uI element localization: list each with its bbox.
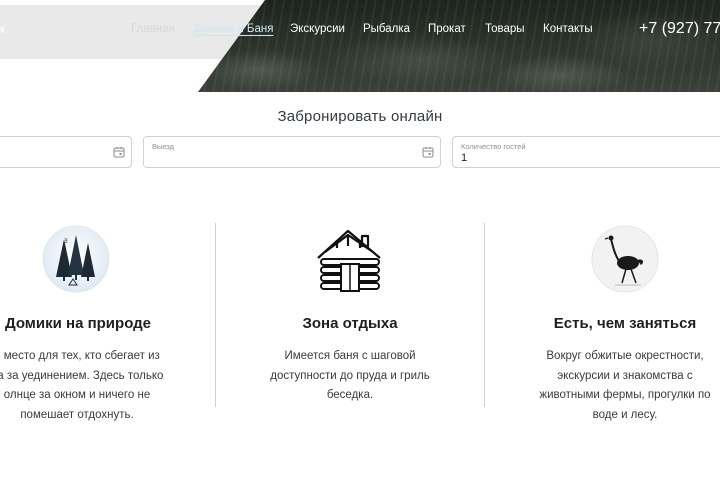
feature-title: Есть, чем заняться — [553, 315, 697, 332]
feature-description: Имеется баня с шаговой доступности до пр… — [245, 347, 455, 406]
svg-text:3: 3 — [64, 238, 68, 245]
site-logo[interactable]: к — [0, 22, 6, 36]
feature-description-line: экскурсии и знакомства с — [557, 369, 693, 382]
feature-description-line: помешает отдохнуть. — [20, 408, 134, 421]
feature-title: Домики на природе — [4, 315, 152, 332]
feature-description-line: Имеется баня с шаговой — [284, 350, 416, 362]
feature-description-line: воде и лесу. — [592, 408, 658, 421]
site-header: к Главная Домики и Баня Экскурсии Рыбалк… — [0, 0, 720, 92]
column-divider — [484, 223, 485, 407]
feature-description-line: о место для тех, кто сбегает из — [0, 350, 160, 362]
nav-item-goods[interactable]: Товары — [485, 23, 525, 35]
feature-description: Вокруг обжитые окрестности, экскурсии и … — [520, 347, 720, 425]
calendar-icon[interactable] — [422, 146, 434, 158]
nav-item-fishing[interactable]: Рыбалка — [363, 23, 410, 35]
feature-title: Зона отдыха — [302, 315, 398, 332]
calendar-icon[interactable] — [113, 146, 125, 158]
nav-item-rental[interactable]: Прокат — [428, 23, 466, 35]
guests-value[interactable]: 1 — [461, 152, 467, 164]
feature-description-line: олнце за окном и ничего не — [3, 389, 151, 401]
feature-description-line: да за уединением. Здесь только — [0, 369, 164, 382]
forest-camp-icon: 3 — [42, 225, 110, 293]
booking-title: Забронировать онлайн — [277, 108, 443, 125]
nav-item-contacts[interactable]: Контакты — [543, 23, 593, 35]
guests-label: Количество гостей — [461, 142, 526, 151]
nav-item-excursions[interactable]: Экскурсии — [290, 23, 345, 35]
phone-link[interactable]: +7 (927) 773 — [639, 20, 720, 38]
guests-field[interactable]: Количество гостей 1 — [452, 136, 720, 168]
ostrich-icon — [591, 225, 659, 293]
feature-description: о место для тех, кто сбегает из да за уе… — [0, 347, 182, 425]
feature-description-line: доступности до пруда и гриль — [270, 369, 430, 382]
feature-description-line: Вокруг обжитые окрестности, — [546, 350, 704, 362]
nav-item-home[interactable]: Главная — [131, 23, 175, 35]
checkout-date-field[interactable]: Выезд — [143, 136, 441, 168]
log-cabin-icon — [317, 229, 381, 292]
feature-description-line: животными фермы, прогулки по — [539, 389, 711, 401]
checkin-date-field[interactable] — [0, 136, 132, 168]
column-divider — [215, 223, 216, 407]
checkout-label: Выезд — [152, 142, 175, 151]
feature-description-line: беседка. — [326, 389, 374, 401]
nav-item-houses[interactable]: Домики и Баня — [194, 23, 273, 35]
